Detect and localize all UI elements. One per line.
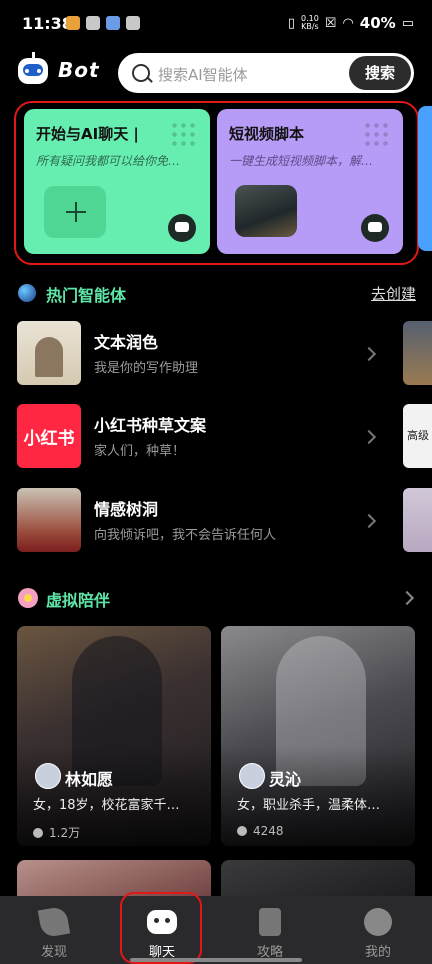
quick-card-ai-chat[interactable]: 开始与AI聊天 | 所有疑问我都可以给你免… — [24, 109, 210, 254]
tab-mine[interactable]: 我的 — [324, 896, 432, 964]
card-title: 短视频脚本 — [229, 125, 305, 143]
section-title: 热门智能体 — [46, 286, 127, 305]
tab-discover[interactable]: 发现 — [0, 896, 108, 964]
agent-peek-card[interactable] — [403, 321, 432, 385]
companion-name: 灵沁 — [269, 770, 302, 789]
globe-icon — [18, 284, 36, 302]
quick-card-peek[interactable] — [418, 106, 432, 251]
flower-icon — [18, 588, 38, 608]
weibo-icon — [66, 16, 80, 30]
card-title: 开始与AI聊天 | — [36, 125, 139, 143]
agent-item-xiaohongshu[interactable]: 小红书 小红书种草文案 家人们，种草！ — [0, 404, 400, 470]
agent-desc: 我是你的写作助理 — [94, 361, 199, 376]
search-input[interactable]: 搜索AI智能体 — [158, 64, 248, 85]
card-subtitle: 一键生成短视频脚本，解… — [229, 154, 374, 168]
quick-cards-highlight: 开始与AI聊天 | 所有疑问我都可以给你免… 短视频脚本 一键生成短视频脚本，解… — [14, 101, 419, 265]
companions-header[interactable]: 虚拟陪伴 — [18, 585, 418, 613]
sim-x-icon: ☒ — [324, 15, 337, 31]
companion-card[interactable]: 灵沁 女，职业杀手，温柔体… 4248 — [221, 626, 415, 846]
tab-label: 我的 — [364, 945, 391, 960]
xiaohongshu-logo: 小红书 — [17, 404, 81, 468]
vibrate-icon: ▯ — [287, 15, 295, 31]
robot-eyes — [25, 69, 41, 73]
agent-peek-card[interactable] — [403, 488, 432, 552]
agent-item-emotion-hole[interactable]: 情感树洞 向我倾诉吧，我不会告诉任何人 — [0, 488, 400, 554]
create-agent-link[interactable]: 去创建 — [371, 283, 416, 304]
face-icon — [364, 908, 392, 936]
dots-decoration-icon — [363, 121, 389, 147]
hot-agents-header: 热门智能体 去创建 — [18, 280, 418, 308]
agent-desc: 向我倾诉吧，我不会告诉任何人 — [94, 528, 277, 543]
plus-icon — [66, 202, 86, 222]
avatar — [35, 763, 61, 789]
wifi-icon: ◠ — [342, 15, 354, 31]
app-icon — [86, 16, 100, 30]
book-star-icon — [259, 908, 281, 936]
battery-icon: ▭ — [401, 15, 414, 31]
agent-name: 文本润色 — [94, 333, 159, 352]
status-right: ▯ 0.10 KB/s ☒ ◠ 40% ▭ — [288, 14, 414, 32]
tab-guide[interactable]: 攻略 — [216, 896, 324, 964]
agent-name: 情感树洞 — [94, 500, 159, 519]
agent-name: 小红书种草文案 — [94, 416, 207, 435]
card-thumbnail — [235, 185, 297, 237]
chevron-right-icon[interactable] — [399, 590, 415, 606]
agent-item-text-polish[interactable]: 文本润色 我是你的写作助理 — [0, 321, 400, 387]
fan-count-icon — [33, 828, 43, 838]
avatar — [239, 763, 265, 789]
section-title: 虚拟陪伴 — [46, 591, 111, 610]
home-indicator[interactable] — [130, 958, 302, 962]
leaf-icon — [37, 905, 71, 939]
companion-likes: 1.2万 — [33, 824, 80, 841]
app-icon-blue — [106, 16, 120, 30]
message-icon — [126, 16, 140, 30]
active-tab-highlight — [120, 892, 202, 964]
app-name: Bot — [58, 58, 100, 82]
companion-likes: 4248 — [237, 824, 284, 838]
fan-count-icon — [237, 826, 247, 836]
chevron-right-icon — [361, 513, 377, 529]
companion-desc: 女，18岁，校花富家千… — [33, 798, 180, 813]
notification-icons — [66, 16, 140, 30]
search-bar[interactable]: 搜索AI智能体 搜索 — [118, 53, 414, 93]
quick-card-video-script[interactable]: 短视频脚本 一键生成短视频脚本，解… — [217, 109, 403, 254]
chevron-right-icon — [361, 429, 377, 445]
chat-bubble-icon[interactable] — [361, 214, 389, 242]
companion-name: 林如愿 — [65, 770, 114, 789]
agent-desc: 家人们，种草！ — [94, 444, 186, 459]
companion-desc: 女，职业杀手，温柔体… — [237, 798, 381, 813]
chat-bubble-icon[interactable] — [168, 214, 196, 242]
agent-peek-card[interactable]: 高级 — [403, 404, 432, 468]
agent-thumbnail — [17, 321, 81, 385]
status-bar: 11:38 ▯ 0.10 KB/s ☒ ◠ 40% ▭ — [0, 0, 432, 50]
bottom-tab-bar: 发现 聊天 攻略 我的 — [0, 896, 432, 964]
chevron-right-icon — [361, 346, 377, 362]
battery-level: 40% — [359, 14, 396, 32]
dots-decoration-icon — [170, 121, 196, 147]
app-header: Bot 搜索AI智能体 搜索 — [0, 50, 432, 96]
agent-thumbnail — [17, 488, 81, 552]
add-button[interactable] — [44, 186, 106, 238]
search-icon — [132, 64, 150, 82]
card-subtitle: 所有疑问我都可以给你免… — [36, 154, 181, 168]
companion-card[interactable]: 林如愿 女，18岁，校花富家千… 1.2万 — [17, 626, 211, 846]
search-button[interactable]: 搜索 — [349, 56, 411, 90]
network-rate: 0.10 KB/s — [300, 14, 319, 31]
tab-label: 发现 — [40, 945, 67, 960]
